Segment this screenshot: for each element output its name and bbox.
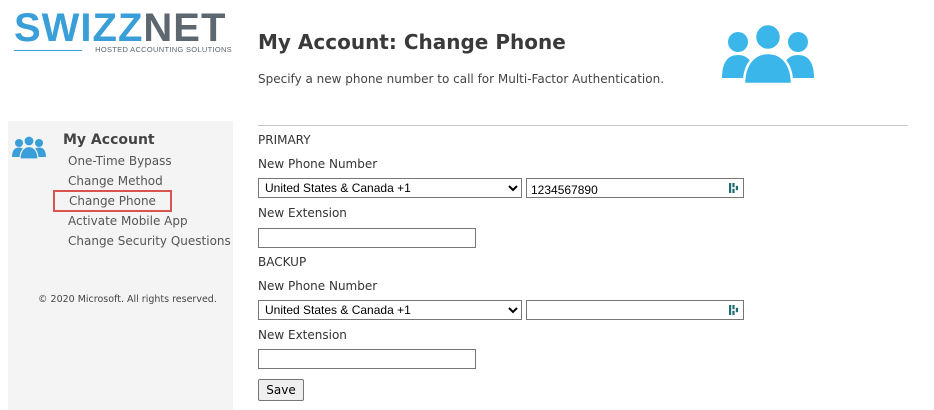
sidebar-item-change-security-questions[interactable]: Change Security Questions: [68, 234, 231, 248]
swizznet-logo: SWIZZNET HOSTED ACCOUNTING SOLUTIONS: [14, 8, 234, 56]
primary-phone-label: New Phone Number: [258, 157, 378, 171]
users-group-icon: [722, 22, 814, 86]
logo-tagline-text: HOSTED ACCOUNTING SOLUTIONS: [95, 45, 232, 54]
backup-phone-label: New Phone Number: [258, 279, 378, 293]
backup-extension-label: New Extension: [258, 328, 347, 342]
copyright-text: © 2020 Microsoft. All rights reserved.: [38, 294, 217, 305]
logo-text-net: NET: [143, 6, 227, 50]
backup-phone-input[interactable]: [527, 303, 725, 321]
logo-text-swizz: SWIZZ: [14, 6, 144, 50]
backup-section-label: BACKUP: [258, 255, 307, 269]
backup-phone-field: [526, 300, 744, 321]
header-divider: [258, 125, 908, 126]
password-manager-icon[interactable]: [728, 182, 740, 194]
sidebar: My Account One-Time Bypass Change Method…: [8, 121, 233, 410]
sidebar-item-one-time-bypass[interactable]: One-Time Bypass: [68, 154, 172, 168]
backup-country-select[interactable]: United States & Canada +1: [258, 300, 522, 320]
logo-tagline: HOSTED ACCOUNTING SOLUTIONS: [14, 45, 232, 55]
sidebar-item-change-phone[interactable]: Change Phone: [53, 190, 172, 212]
password-manager-icon[interactable]: [728, 304, 740, 316]
save-button[interactable]: Save: [258, 379, 304, 401]
sidebar-title: My Account: [63, 132, 155, 148]
users-group-icon: [12, 135, 46, 159]
primary-country-select[interactable]: United States & Canada +1: [258, 178, 522, 198]
page-description: Specify a new phone number to call for M…: [258, 72, 665, 86]
primary-section-label: PRIMARY: [258, 133, 311, 147]
primary-phone-input[interactable]: [527, 181, 725, 199]
page-title: My Account: Change Phone: [258, 30, 566, 54]
primary-extension-label: New Extension: [258, 206, 347, 220]
sidebar-item-change-method[interactable]: Change Method: [68, 174, 163, 188]
primary-phone-field: [526, 178, 744, 199]
backup-extension-input[interactable]: [258, 349, 476, 369]
primary-extension-input[interactable]: [258, 228, 476, 248]
sidebar-item-activate-mobile-app[interactable]: Activate Mobile App: [68, 214, 188, 228]
